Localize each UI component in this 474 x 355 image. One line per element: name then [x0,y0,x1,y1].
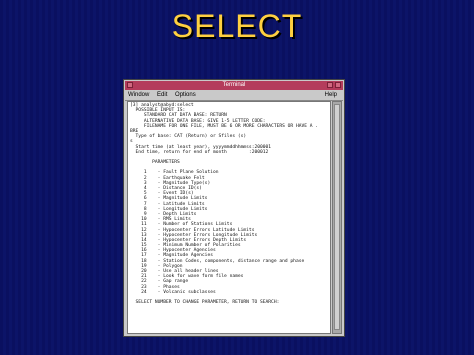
menu-bar: Window Edit Options Help [125,91,343,101]
menu-edit[interactable]: Edit [154,91,170,100]
terminal-title: Terminal [222,82,246,88]
scrollbar-thumb[interactable] [334,104,340,330]
minimize-icon[interactable] [327,82,333,88]
scrollbar[interactable] [332,101,342,334]
slide-title: SELECT [171,8,303,44]
terminal-line: FILENAME FOR ONE FILE, MUST BE 6 OR MORE… [130,123,319,129]
menu-options[interactable]: Options [172,91,199,100]
terminal-window[interactable]: Terminal Window Edit Options Help [3] an… [123,79,345,337]
maximize-icon[interactable] [335,82,341,88]
menu-help[interactable]: Help [322,91,340,100]
window-menu-icon[interactable] [127,82,133,88]
menu-window[interactable]: Window [125,91,152,100]
terminal-titlebar[interactable]: Terminal [125,81,343,90]
terminal-output[interactable]: [3] analyst@abyd:select POSSIBLE INPUT I… [127,101,331,334]
